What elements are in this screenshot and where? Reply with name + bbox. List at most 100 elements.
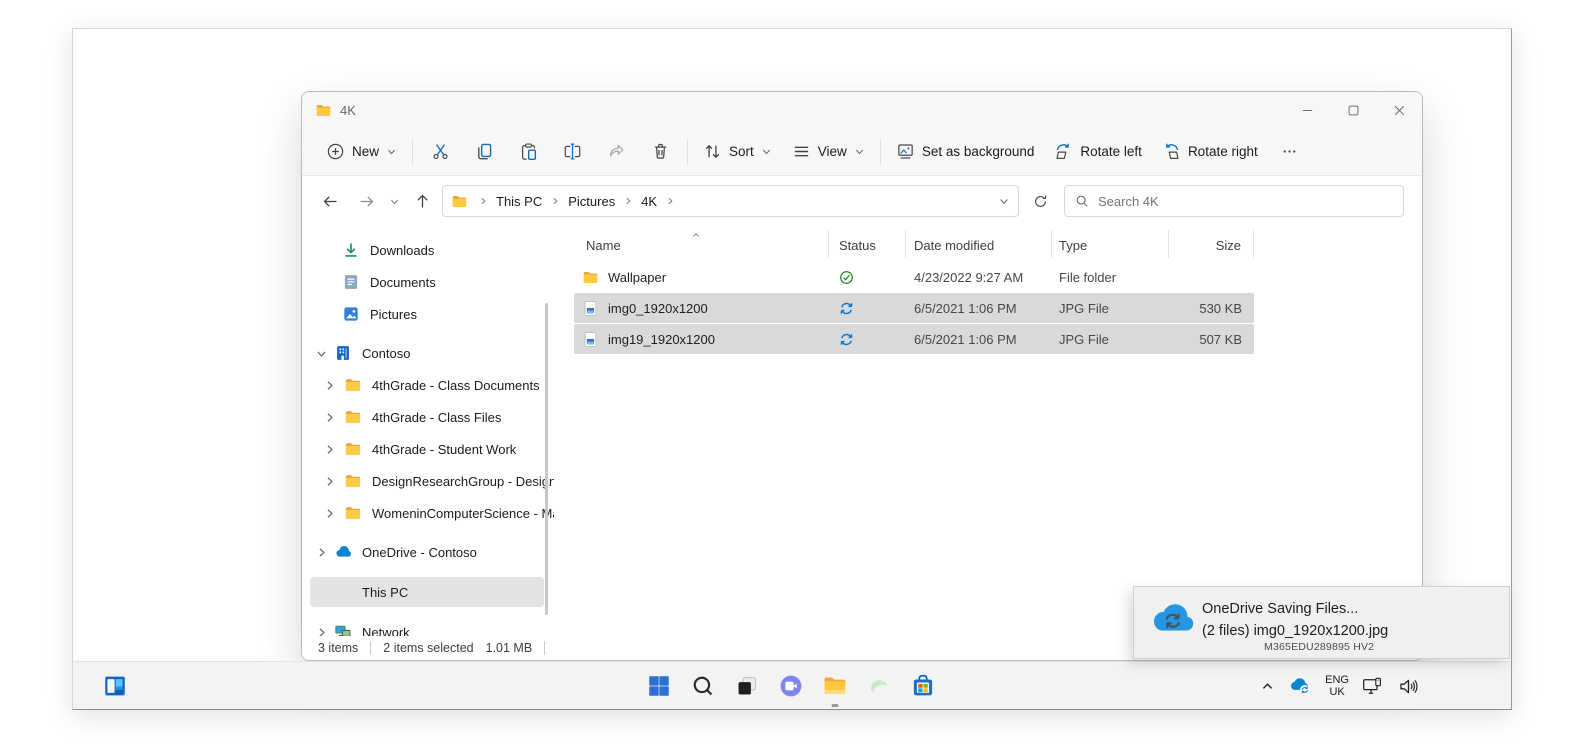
- search-box[interactable]: [1064, 185, 1404, 217]
- chat-button[interactable]: [769, 662, 813, 710]
- new-button-label: New: [352, 144, 380, 159]
- edge-button[interactable]: [857, 662, 901, 710]
- rotate-right-icon: [1162, 142, 1181, 161]
- column-header-type[interactable]: Type: [1052, 230, 1169, 258]
- table-row-wallpaper[interactable]: Wallpaper 4/23/2022 9:27 AM File folder: [574, 262, 1254, 292]
- status-divider: [544, 641, 546, 655]
- table-row-img19[interactable]: img19_1920x1200 6/5/2021 1:06 PM JPG Fil…: [574, 324, 1254, 354]
- close-button[interactable]: [1376, 92, 1422, 128]
- column-header-name[interactable]: Name: [574, 230, 829, 258]
- onedrive-sync-tray-icon[interactable]: [1288, 676, 1312, 696]
- sidebar-item-4thgrade-class-files[interactable]: 4thGrade - Class Files: [302, 401, 554, 433]
- cut-button[interactable]: [418, 134, 462, 170]
- chevron-down-icon: [761, 146, 772, 157]
- breadcrumb-pictures[interactable]: Pictures: [566, 194, 617, 209]
- back-button[interactable]: [314, 185, 346, 217]
- sort-button-label: Sort: [729, 144, 754, 159]
- maximize-button[interactable]: [1330, 92, 1376, 128]
- rename-icon: [563, 142, 582, 161]
- task-view-button[interactable]: [725, 662, 769, 710]
- breadcrumb-this-pc[interactable]: This PC: [494, 194, 544, 209]
- rotate-left-label: Rotate left: [1080, 144, 1142, 159]
- sidebar-item-womenincomputerscience[interactable]: WomeninComputerScience - Man: [302, 497, 554, 529]
- file-name: Wallpaper: [608, 269, 667, 285]
- widgets-button[interactable]: [93, 662, 137, 710]
- syncing-arrows-icon: [839, 301, 854, 316]
- folder-icon: [451, 193, 468, 210]
- search-icon: [1075, 194, 1089, 208]
- refresh-button[interactable]: [1024, 185, 1056, 217]
- file-name: img0_1920x1200: [608, 300, 708, 316]
- paste-button[interactable]: [506, 134, 550, 170]
- toolbar-separator: [879, 138, 881, 165]
- sidebar-item-pictures[interactable]: Pictures: [302, 298, 554, 330]
- share-button[interactable]: [594, 134, 638, 170]
- items-count: 3 items: [318, 641, 359, 655]
- file-name: img19_1920x1200: [608, 331, 715, 347]
- copy-button[interactable]: [462, 134, 506, 170]
- column-header-size[interactable]: Size: [1169, 230, 1254, 258]
- system-tray: ENG UK: [1260, 662, 1419, 710]
- table-row-img0[interactable]: img0_1920x1200 6/5/2021 1:06 PM JPG File…: [574, 293, 1254, 323]
- file-explorer-button[interactable]: [813, 662, 857, 710]
- command-bar: New Sort View Set as background Rotate l…: [302, 128, 1422, 176]
- breadcrumb-4k[interactable]: 4K: [639, 194, 659, 209]
- folder-icon: [315, 102, 332, 119]
- sidebar-item-downloads[interactable]: Downloads: [302, 234, 554, 266]
- minimize-button[interactable]: [1284, 92, 1330, 128]
- address-dropdown-chevron-icon[interactable]: [998, 195, 1010, 207]
- language-indicator[interactable]: ENG UK: [1325, 674, 1349, 698]
- sidebar-item-4thgrade-student-work[interactable]: 4thGrade - Student Work: [302, 433, 554, 465]
- onedrive-toast[interactable]: OneDrive Saving Files... (2 files) img0_…: [1133, 586, 1510, 659]
- view-button[interactable]: View: [782, 134, 875, 170]
- microsoft-store-icon: [910, 673, 936, 699]
- up-arrow-icon: [414, 193, 431, 210]
- file-explorer-icon: [822, 673, 848, 699]
- column-header-status[interactable]: Status: [829, 230, 906, 258]
- start-button[interactable]: [637, 662, 681, 710]
- taskbar-search-button[interactable]: [681, 662, 725, 710]
- sidebar-item-network[interactable]: Network: [302, 616, 554, 636]
- ellipsis-icon: [1280, 142, 1299, 161]
- toast-detail: (2 files) img0_1920x1200.jpg: [1202, 623, 1389, 639]
- more-options-button[interactable]: [1268, 134, 1312, 170]
- edge-browser-icon: [866, 673, 892, 699]
- rotate-left-icon: [1054, 142, 1073, 161]
- network-tray-icon[interactable]: [1362, 677, 1385, 696]
- column-header-date-modified[interactable]: Date modified: [906, 230, 1052, 258]
- toolbar-separator: [412, 138, 414, 165]
- sort-ascending-caret-icon: [690, 230, 702, 240]
- search-input[interactable]: [1098, 193, 1393, 209]
- forward-button[interactable]: [350, 185, 382, 217]
- breadcrumb-chevron-icon: [623, 196, 633, 206]
- file-list: Name Status Date modified Type Size Wall…: [574, 226, 1422, 636]
- rotate-left-button[interactable]: Rotate left: [1044, 134, 1152, 170]
- set-as-background-button[interactable]: Set as background: [886, 134, 1045, 170]
- copy-icon: [475, 142, 494, 161]
- sidebar-scrollbar[interactable]: [545, 303, 548, 615]
- sidebar-item-documents[interactable]: Documents: [302, 266, 554, 298]
- rename-button[interactable]: [550, 134, 594, 170]
- view-lines-icon: [792, 142, 811, 161]
- store-button[interactable]: [901, 662, 945, 710]
- address-bar[interactable]: This PC Pictures 4K: [442, 185, 1019, 217]
- cut-icon: [431, 142, 450, 161]
- sidebar-item-contoso[interactable]: Contoso: [302, 337, 554, 369]
- recent-locations-button[interactable]: [382, 185, 406, 217]
- selection-size: 1.01 MB: [485, 641, 533, 655]
- sidebar-item-this-pc[interactable]: This PC: [302, 576, 554, 608]
- volume-tray-icon[interactable]: [1398, 677, 1419, 696]
- active-app-indicator: [831, 704, 839, 707]
- up-button[interactable]: [406, 185, 438, 217]
- sidebar-item-4thgrade-class-documents[interactable]: 4thGrade - Class Documents: [302, 369, 554, 401]
- rotate-right-button[interactable]: Rotate right: [1152, 134, 1268, 170]
- new-button[interactable]: New: [316, 134, 407, 170]
- delete-button[interactable]: [638, 134, 682, 170]
- sidebar-item-designresearchgroup[interactable]: DesignResearchGroup - Design Re: [302, 465, 554, 497]
- minimize-icon: [1302, 105, 1313, 116]
- hidden-icons-chevron-icon[interactable]: [1260, 679, 1275, 694]
- column-headers: Name Status Date modified Type Size: [574, 230, 1254, 258]
- sidebar-item-onedrive-contoso[interactable]: OneDrive - Contoso: [302, 536, 554, 568]
- sort-button[interactable]: Sort: [693, 134, 782, 170]
- title-bar[interactable]: 4K: [302, 92, 1422, 128]
